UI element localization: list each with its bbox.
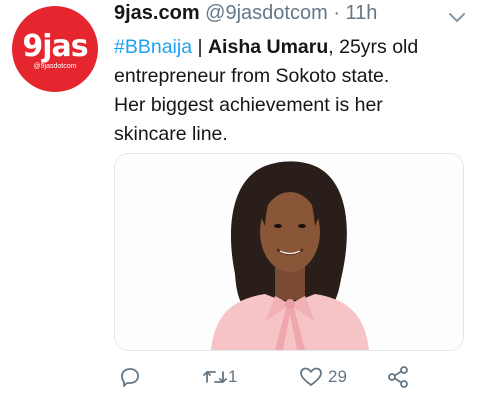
share-icon bbox=[386, 365, 410, 389]
reply-icon bbox=[118, 365, 142, 389]
pipe-separator: | bbox=[192, 36, 208, 58]
avatar[interactable]: 9jas @9jasdotcom bbox=[12, 6, 98, 92]
tweet-text: #BBnaija | Aisha Umaru, 25yrs old entrep… bbox=[114, 33, 470, 149]
user-handle[interactable]: @9jasdotcom bbox=[205, 2, 328, 24]
reply-button[interactable] bbox=[118, 365, 142, 389]
hashtag-link[interactable]: #BBnaija bbox=[114, 36, 192, 58]
avatar-logo-handle: @9jasdotcom bbox=[33, 63, 77, 70]
retweet-count: 1 bbox=[228, 367, 238, 386]
retweet-icon bbox=[202, 365, 228, 389]
display-name[interactable]: 9jas.com bbox=[114, 2, 200, 24]
separator-dot: · bbox=[333, 2, 340, 24]
like-icon bbox=[298, 365, 324, 389]
share-button[interactable] bbox=[386, 365, 410, 389]
caret-down-icon[interactable] bbox=[448, 8, 466, 22]
like-count: 29 bbox=[328, 367, 347, 386]
contestant-name: Aisha Umaru bbox=[207, 36, 329, 58]
tweet-header: 9jas.com @9jasdotcom · 11h bbox=[114, 2, 470, 30]
text-line1-rest: , 25yrs old bbox=[328, 36, 419, 58]
tweet-actions: 1 29 bbox=[114, 365, 464, 395]
retweet-button[interactable]: 1 bbox=[202, 365, 237, 389]
text-line3: Her biggest achievement is her bbox=[114, 94, 383, 116]
portrait-photo bbox=[115, 154, 463, 350]
text-line4: skincare line. bbox=[114, 123, 228, 145]
text-line2: entrepreneur from Sokoto state. bbox=[114, 65, 390, 87]
timestamp[interactable]: 11h bbox=[346, 2, 378, 24]
avatar-logo-text: 9jas bbox=[22, 29, 88, 64]
tweet-media-image[interactable] bbox=[114, 153, 464, 351]
like-button[interactable]: 29 bbox=[298, 365, 347, 389]
